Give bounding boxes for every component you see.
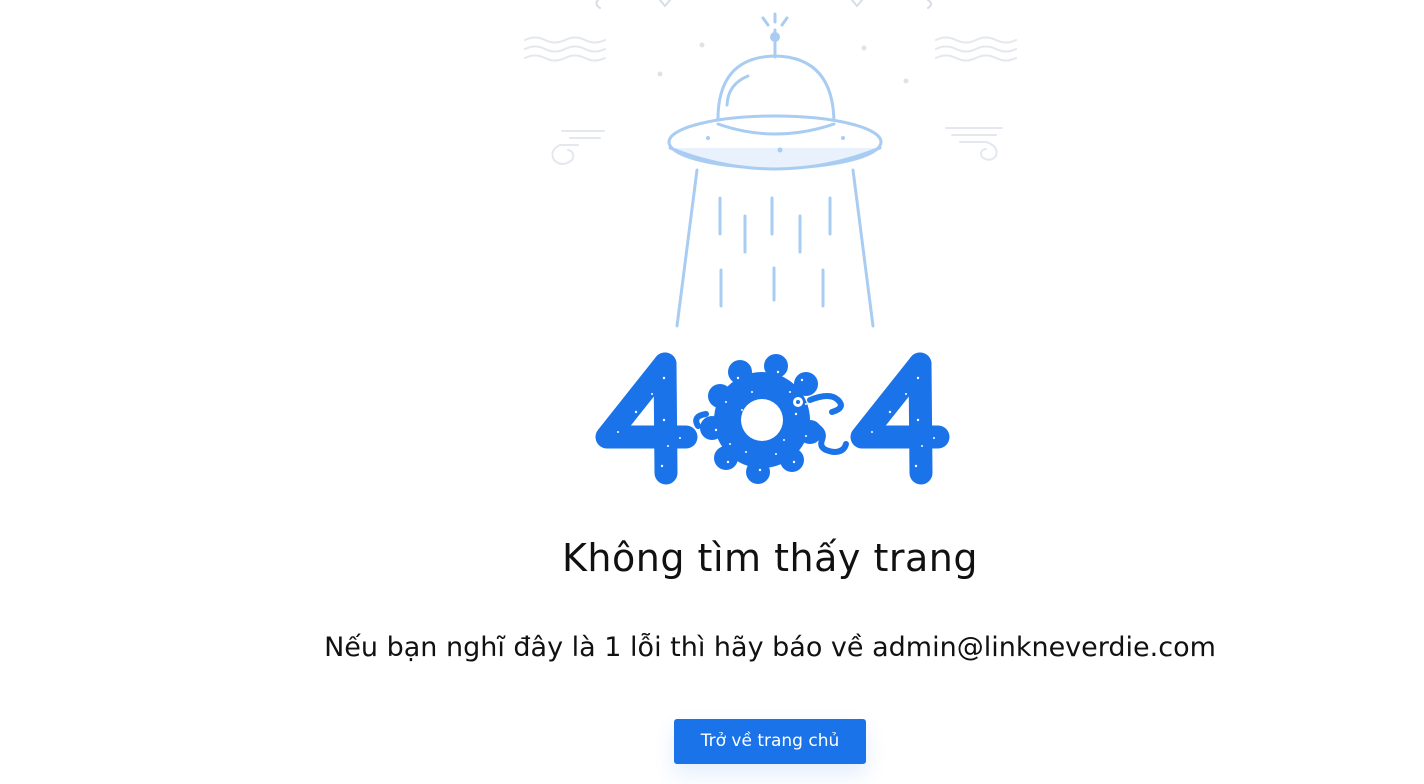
octopus-zero-icon	[693, 354, 849, 484]
wave-left-icon	[524, 36, 606, 62]
error-message: Nếu bạn nghĩ đây là 1 lỗi thì hãy báo về…	[324, 632, 1216, 663]
gust-right-icon	[945, 127, 1003, 161]
digit-four-right-icon	[850, 352, 950, 485]
page-title: Không tìm thấy trang	[562, 536, 978, 580]
sparkle-decoration-icon	[595, 0, 932, 9]
not-found-page: Không tìm thấy trang Nếu bạn nghĩ đây là…	[0, 0, 1424, 784]
gust-left-icon	[551, 130, 605, 165]
back-to-home-button[interactable]: Trở về trang chủ	[674, 719, 866, 764]
error-code-404	[595, 352, 950, 485]
star-dots	[657, 42, 909, 84]
ufo-404-illustration	[524, 0, 1017, 485]
ufo-icon	[667, 12, 883, 328]
wave-right-icon	[935, 36, 1017, 62]
digit-four-left-icon	[595, 352, 698, 485]
